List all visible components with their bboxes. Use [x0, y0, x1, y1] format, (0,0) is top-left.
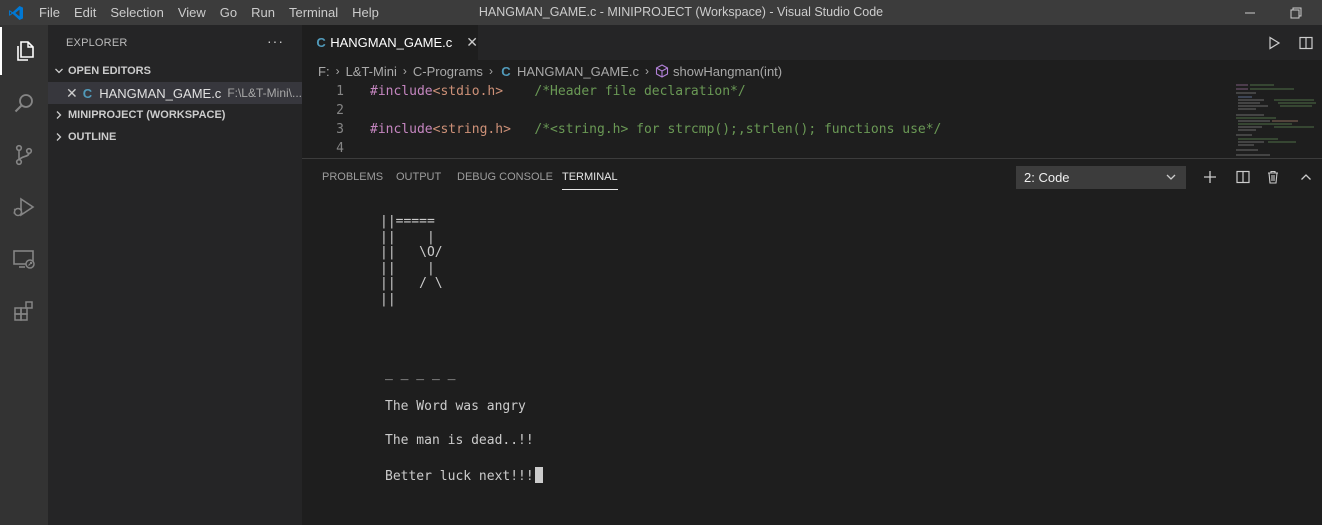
open-editor-path: F:\L&T-Mini\...	[227, 86, 302, 100]
vscode-logo-icon	[0, 0, 32, 25]
menu-run[interactable]: Run	[244, 0, 282, 25]
open-editor-filename: HANGMAN_GAME.c	[99, 85, 222, 101]
code-include: <string.h>	[432, 122, 511, 137]
minimap[interactable]	[1234, 83, 1318, 159]
breadcrumb-folder[interactable]: L&T-Mini	[346, 64, 397, 79]
breadcrumb-subfolder[interactable]: C-Programs	[413, 64, 483, 79]
code-line: 1 #include<stdio.h> /*Header file declar…	[302, 82, 1322, 101]
line-number: 3	[336, 122, 344, 137]
bottom-panel: PROBLEMS OUTPUT DEBUG CONSOLE TERMINAL 2…	[302, 158, 1322, 525]
symbol-method-icon	[655, 64, 669, 78]
maximize-panel-icon[interactable]	[1296, 167, 1316, 187]
menu-bar: File Edit Selection View Go Run Terminal…	[32, 0, 386, 25]
menu-view[interactable]: View	[171, 0, 213, 25]
tab-hangman-game[interactable]: C HANGMAN_GAME.c ✕	[302, 25, 478, 60]
tab-bar: C HANGMAN_GAME.c ✕	[302, 25, 1322, 60]
menu-selection[interactable]: Selection	[103, 0, 170, 25]
panel-tabs: PROBLEMS OUTPUT DEBUG CONSOLE TERMINAL 2…	[302, 159, 1322, 196]
terminal-cursor	[534, 467, 543, 483]
more-actions-icon[interactable]: ···	[267, 33, 284, 49]
explorer-header: EXPLORER ···	[48, 25, 302, 60]
chevron-down-icon	[52, 66, 66, 76]
chevron-right-icon	[52, 110, 66, 120]
search-icon[interactable]	[0, 79, 48, 127]
code-keyword: #include	[370, 122, 433, 137]
run-icon[interactable]	[1264, 33, 1284, 53]
trash-icon[interactable]	[1263, 167, 1283, 187]
code-gap	[511, 122, 534, 137]
chevron-down-icon	[1164, 170, 1178, 187]
chevron-right-icon: ›	[488, 64, 493, 78]
chevron-right-icon: ›	[335, 64, 340, 78]
tab-problems[interactable]: PROBLEMS	[322, 159, 383, 196]
workspace-label: MINIPROJECT (WORKSPACE)	[68, 109, 226, 121]
outline-section[interactable]: OUTLINE	[48, 126, 302, 148]
menu-help[interactable]: Help	[345, 0, 386, 25]
code-line: 2	[302, 101, 1322, 120]
c-file-icon: C	[501, 63, 511, 79]
explorer-sidebar: EXPLORER ··· OPEN EDITORS ✕ C HANGMAN_GA…	[48, 25, 302, 525]
terminal-line-luck-text: Better luck next!!!	[385, 469, 534, 484]
chevron-right-icon: ›	[645, 64, 650, 78]
extensions-icon[interactable]	[0, 287, 48, 335]
run-debug-icon[interactable]	[0, 183, 48, 231]
code-comment: /*<string.h> for strcmp();,strlen(); fun…	[534, 122, 942, 137]
code-comment: /*Header file declaration*/	[534, 84, 746, 99]
breadcrumb-drive[interactable]: F:	[318, 64, 330, 79]
tab-debug-console[interactable]: DEBUG CONSOLE	[457, 159, 553, 196]
remote-explorer-icon[interactable]	[0, 235, 48, 283]
breadcrumb-symbol[interactable]: showHangman(int)	[673, 64, 782, 79]
menu-edit[interactable]: Edit	[67, 0, 103, 25]
code-editor[interactable]: 1 #include<stdio.h> /*Header file declar…	[302, 82, 1322, 158]
menu-go[interactable]: Go	[213, 0, 244, 25]
menu-file[interactable]: File	[32, 0, 67, 25]
terminal-line-dead: The man is dead..!!	[385, 433, 534, 448]
line-number: 2	[336, 103, 344, 118]
tab-terminal[interactable]: TERMINAL	[562, 159, 618, 196]
terminal-output[interactable]: ||===== || | || \O/ || | || / \ || _ _ _…	[302, 196, 1322, 525]
explorer-title: EXPLORER	[66, 36, 128, 49]
terminal-line-word: The Word was angry	[385, 399, 526, 414]
terminal-select-value: 2: Code	[1024, 170, 1070, 185]
editor-area: C HANGMAN_GAME.c ✕ F: › L&T-Mini › C-Pro…	[302, 25, 1322, 525]
tab-output[interactable]: OUTPUT	[396, 159, 441, 196]
chevron-right-icon	[52, 132, 66, 142]
menu-terminal[interactable]: Terminal	[282, 0, 345, 25]
split-editor-icon[interactable]	[1296, 33, 1316, 53]
new-terminal-icon[interactable]	[1200, 167, 1220, 187]
terminal-select[interactable]: 2: Code	[1016, 166, 1186, 189]
source-control-icon[interactable]	[0, 131, 48, 179]
close-icon[interactable]: ✕	[466, 34, 478, 51]
code-include: <stdio.h>	[432, 84, 504, 99]
tab-label: HANGMAN_GAME.c	[330, 35, 453, 50]
breadcrumb-file[interactable]: HANGMAN_GAME.c	[517, 64, 639, 79]
split-terminal-icon[interactable]	[1233, 167, 1253, 187]
code-keyword: #include	[370, 84, 433, 99]
restore-button[interactable]	[1273, 0, 1319, 25]
title-bar: File Edit Selection View Go Run Terminal…	[0, 0, 1322, 25]
open-editor-item[interactable]: ✕ C HANGMAN_GAME.c F:\L&T-Mini\...	[48, 82, 302, 104]
chevron-right-icon: ›	[402, 64, 407, 78]
word-blanks: _ _ _ _ _	[385, 366, 456, 381]
c-file-icon: C	[316, 35, 326, 50]
breadcrumb: F: › L&T-Mini › C-Programs › C HANGMAN_G…	[302, 60, 1322, 82]
terminal-line-luck: Better luck next!!!	[385, 467, 543, 484]
hangman-ascii-art: ||===== || | || \O/ || | || / \ ||	[380, 214, 443, 307]
open-editors-label: OPEN EDITORS	[68, 65, 151, 77]
activity-bar	[0, 25, 48, 525]
code-line: 3 #include<string.h> /*<string.h> for st…	[302, 120, 1322, 139]
code-line: 4	[302, 139, 1322, 158]
outline-label: OUTLINE	[68, 131, 117, 143]
open-editors-section[interactable]: OPEN EDITORS	[48, 60, 302, 82]
c-file-icon: C	[82, 85, 93, 101]
code-gap	[503, 84, 534, 99]
close-icon[interactable]: ✕	[66, 85, 80, 102]
workspace-section[interactable]: MINIPROJECT (WORKSPACE)	[48, 104, 302, 126]
minimize-button[interactable]	[1227, 0, 1273, 25]
line-number: 4	[336, 141, 344, 156]
explorer-icon[interactable]	[0, 27, 48, 75]
line-number: 1	[336, 84, 344, 99]
